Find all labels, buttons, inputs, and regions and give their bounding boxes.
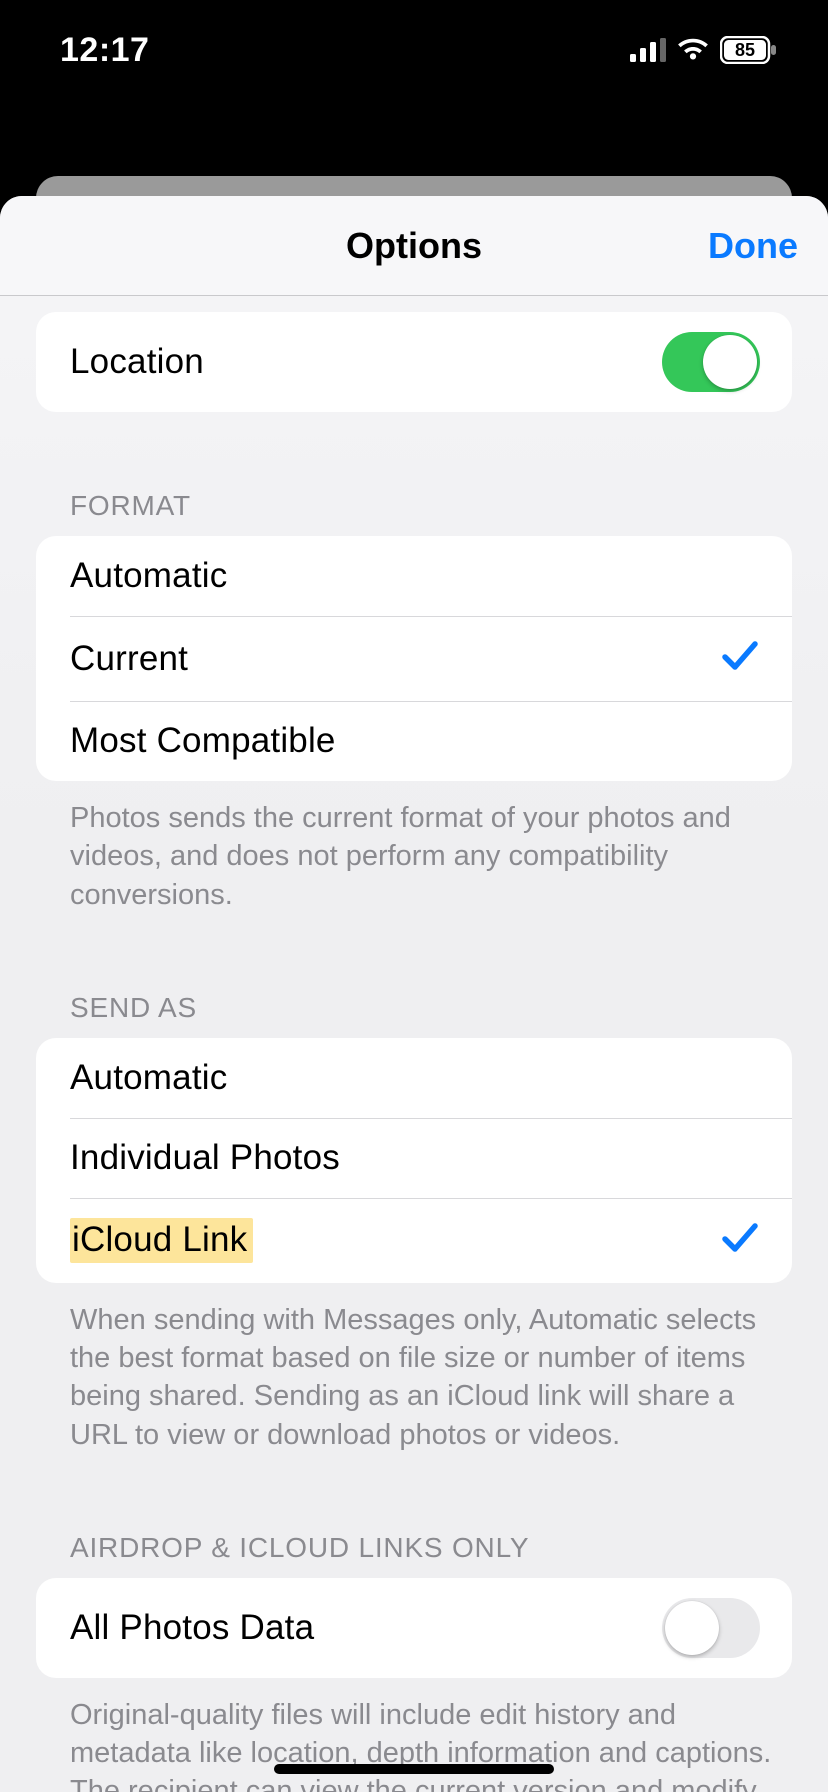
cellular-icon xyxy=(630,38,666,62)
row-label: iCloud Link xyxy=(70,1220,253,1260)
checkmark-icon xyxy=(720,1218,760,1263)
section-header-airdrop: AIRDROP & ICLOUD LINKS ONLY xyxy=(0,1454,828,1578)
row-label: Automatic xyxy=(70,1058,227,1098)
location-toggle[interactable] xyxy=(662,332,760,392)
done-button[interactable]: Done xyxy=(708,196,798,295)
section-header-include: INCLUDE xyxy=(0,296,828,312)
home-indicator[interactable] xyxy=(274,1764,554,1774)
options-sheet: Options Done INCLUDE Location FORMAT Aut… xyxy=(0,196,828,1792)
all-photos-data-toggle[interactable] xyxy=(662,1598,760,1658)
airdrop-footer: Original-quality files will include edit… xyxy=(0,1678,828,1792)
row-label: Current xyxy=(70,639,188,679)
group-include: Location xyxy=(36,312,792,412)
battery-icon: 85 xyxy=(720,36,778,64)
group-send-as: Automatic Individual Photos iCloud Link xyxy=(36,1038,792,1283)
group-airdrop: All Photos Data xyxy=(36,1578,792,1678)
scroll-content[interactable]: INCLUDE Location FORMAT Automatic Curren… xyxy=(0,296,828,1792)
group-format: Automatic Current Most Compatible xyxy=(36,536,792,781)
row-label: All Photos Data xyxy=(70,1608,314,1648)
send-as-footer: When sending with Messages only, Automat… xyxy=(0,1283,828,1454)
status-indicators: 85 xyxy=(630,36,778,64)
row-format-current[interactable]: Current xyxy=(36,616,792,701)
svg-text:85: 85 xyxy=(735,40,755,60)
status-bar: 12:17 85 xyxy=(0,0,828,100)
row-all-photos-data[interactable]: All Photos Data xyxy=(36,1578,792,1678)
row-label: Location xyxy=(70,342,204,382)
row-location[interactable]: Location xyxy=(36,312,792,412)
row-label: Automatic xyxy=(70,556,227,596)
checkmark-icon xyxy=(720,636,760,681)
format-footer: Photos sends the current format of your … xyxy=(0,781,828,914)
page-title: Options xyxy=(0,196,828,295)
section-header-send-as: SEND AS xyxy=(0,914,828,1038)
row-format-most-compatible[interactable]: Most Compatible xyxy=(36,701,792,781)
row-label: Individual Photos xyxy=(70,1138,340,1178)
row-format-automatic[interactable]: Automatic xyxy=(36,536,792,616)
wifi-icon xyxy=(676,38,710,62)
row-sendas-automatic[interactable]: Automatic xyxy=(36,1038,792,1118)
row-sendas-individual[interactable]: Individual Photos xyxy=(36,1118,792,1198)
section-header-format: FORMAT xyxy=(0,412,828,536)
navbar: Options Done xyxy=(0,196,828,296)
status-time: 12:17 xyxy=(60,31,149,70)
row-label: Most Compatible xyxy=(70,721,336,761)
row-sendas-icloud-link[interactable]: iCloud Link xyxy=(36,1198,792,1283)
